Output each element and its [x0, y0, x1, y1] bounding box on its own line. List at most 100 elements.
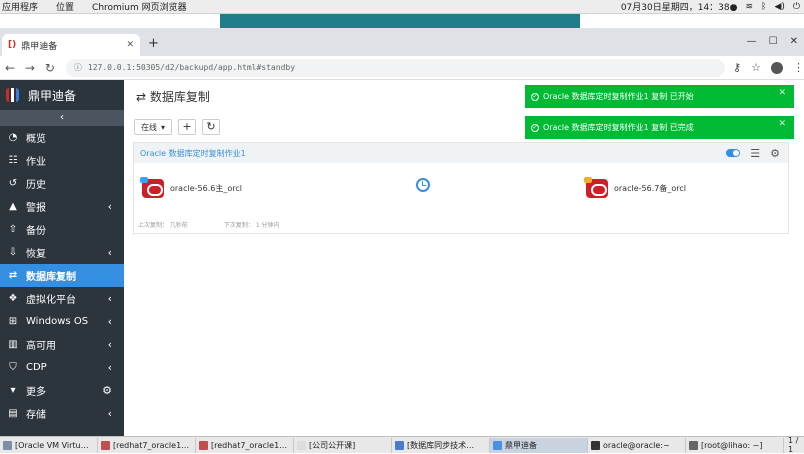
window-icon [3, 440, 12, 450]
window-icon [297, 440, 306, 450]
oracle-db-icon [140, 177, 164, 198]
card-header: Oracle 数据库定时复制作业1 ☰ ⚙ [134, 143, 788, 163]
taskbar-item-label: [redhat7_oracle1… [113, 440, 190, 450]
os-taskbar: [Oracle VM Virtu… [redhat7_oracle1… [redha… [0, 436, 804, 454]
brand-name: 鼎甲迪备 [28, 88, 77, 103]
close-window-icon[interactable]: ✕ [790, 36, 798, 47]
address-row: ← → ↻ ⓘ 127.0.0.1:50305/d2/backupd/app.h… [0, 56, 804, 80]
browser-tab[interactable]: [) 鼎甲迪备 ✕ [2, 34, 140, 56]
app-favicon-icon: [) [8, 40, 17, 50]
sidebar-collapse-button[interactable]: ‹ [0, 110, 124, 126]
card-footer: 上次复制： 几秒前 下次复制： 1 分钟内 [138, 220, 280, 229]
refresh-button[interactable]: ↻ [202, 119, 221, 135]
url-bar[interactable]: ⓘ 127.0.0.1:50305/d2/backupd/app.html#st… [65, 58, 726, 77]
alert-icon: ▲ [9, 201, 17, 212]
os-menu-browser[interactable]: Chromium 网页浏览器 [92, 0, 187, 13]
taskbar-item[interactable]: [root@lihao: ~] [686, 437, 784, 453]
toast-started: ✓ Oracle 数据库定时复制作业1 复制 已开始 ✕ [525, 85, 794, 108]
swap-icon: ⇄ [8, 270, 18, 281]
brand[interactable]: 鼎甲迪备 [0, 80, 124, 110]
gear-icon[interactable]: ⚙ [770, 147, 780, 160]
menu-list-icon[interactable]: ☰ [750, 147, 760, 160]
sidebar-item-label: Windows OS [26, 316, 89, 327]
taskbar-item[interactable]: [redhat7_oracle1… [196, 437, 294, 453]
page-title: ⇄ 数据库复制 [136, 90, 210, 104]
key-icon[interactable]: ⚷ [733, 61, 741, 74]
taskbar-item[interactable]: [Oracle VM Virtu… [0, 437, 98, 453]
toast-completed: ✓ Oracle 数据库定时复制作业1 复制 已完成 ✕ [525, 116, 794, 139]
chevron-left-icon: ‹ [107, 246, 112, 259]
schedule-clock-icon [416, 178, 430, 192]
taskbar-item-label: [root@lihao: ~] [701, 440, 763, 450]
new-tab-icon[interactable]: + [148, 36, 159, 51]
maximize-icon[interactable]: ☐ [769, 36, 778, 47]
taskbar-item-label: [Oracle VM Virtu… [15, 440, 89, 450]
taskbar-item[interactable]: oracle@oracle:~ [588, 437, 686, 453]
sidebar-item[interactable]: ▾ 更多 ⚙ [0, 379, 124, 402]
close-icon[interactable]: ✕ [778, 119, 786, 129]
os-menu-places[interactable]: 位置 [56, 0, 74, 13]
os-menu-apps[interactable]: 应用程序 [2, 0, 38, 13]
volume-icon[interactable]: ◀) [774, 2, 784, 12]
browser-menu-icon[interactable]: ⋮ [793, 61, 804, 74]
sidebar-item[interactable]: ❖ 虚拟化平台 ‹ [0, 287, 124, 310]
sidebar-item[interactable]: ⛉ CDP ‹ [0, 356, 124, 379]
taskbar-item[interactable]: [公司公开课] [294, 437, 392, 453]
sidebar-item[interactable]: ⊞ Windows OS ‹ [0, 310, 124, 333]
sidebar-item-label: 恢复 [26, 249, 46, 260]
toolbar: 在线 ▾ + ↻ [134, 119, 221, 135]
sidebar-item-label: 数据库复制 [26, 272, 76, 283]
os-datetime[interactable]: 07月30日星期四，14：38● [621, 0, 738, 13]
chevron-left-icon: ‹ [107, 315, 112, 328]
site-info-icon[interactable]: ⓘ [74, 62, 82, 73]
sidebar-item[interactable]: ◔ 概览 [0, 126, 124, 149]
taskbar-item[interactable]: 鼎甲迪备 [490, 437, 588, 453]
sidebar-item[interactable]: ⇧ 备份 [0, 218, 124, 241]
minimize-icon[interactable]: — [747, 36, 757, 47]
taskbar-item[interactable]: [数据库同步技术… [392, 437, 490, 453]
add-button[interactable]: + [178, 119, 197, 135]
status-filter-select[interactable]: 在线 ▾ [134, 119, 173, 135]
url-text: 127.0.0.1:50305/d2/backupd/app.html#stan… [87, 63, 296, 72]
next-copy-text: 下次复制： 1 分钟内 [223, 222, 280, 229]
sidebar-item-label: 警报 [26, 203, 46, 214]
sidebar-item[interactable]: ☷ 作业 [0, 149, 124, 172]
history-icon: ↺ [8, 178, 18, 189]
power-icon[interactable]: ⏻ [793, 2, 800, 12]
sidebar-item-label: 历史 [26, 180, 46, 191]
sidebar-item-label: 存储 [26, 410, 46, 421]
sidebar-item[interactable]: ▤ 存储 ‹ [0, 402, 124, 425]
remote-session-strip [220, 14, 580, 28]
bookmark-star-icon[interactable]: ☆ [751, 61, 761, 74]
caret-down-icon: ▾ [161, 122, 166, 132]
chevron-left-icon: ‹ [107, 407, 112, 420]
workspace-pager[interactable]: 1 / 1 [784, 436, 804, 454]
sidebar-item[interactable]: ▥ 高可用 ‹ [0, 333, 124, 356]
window-icon [591, 440, 600, 450]
job-title-link[interactable]: Oracle 数据库定时复制作业1 [140, 148, 246, 159]
window-icon [199, 440, 208, 450]
back-icon[interactable]: ← [0, 61, 20, 75]
source-node[interactable]: oracle-56.6主_orcl [140, 177, 242, 198]
sidebar-item[interactable]: ⇄ 数据库复制 [0, 264, 124, 287]
profile-avatar[interactable] [770, 61, 783, 74]
target-label: oracle-56.7备_orcl [614, 184, 686, 193]
sidebar-item[interactable]: ⇩ 恢复 ‹ [0, 241, 124, 264]
target-node[interactable]: oracle-56.7备_orcl [584, 177, 686, 198]
shield-icon: ⛉ [9, 362, 17, 373]
sidebar-item[interactable]: ▲ 警报 ‹ [0, 195, 124, 218]
reload-icon[interactable]: ↻ [40, 61, 60, 75]
check-circle-icon: ✓ [531, 92, 539, 101]
job-enable-toggle[interactable] [726, 149, 741, 157]
gear-icon[interactable]: ⚙ [102, 384, 112, 397]
brand-logo-icon [6, 88, 20, 102]
taskbar-item[interactable]: [redhat7_oracle1… [98, 437, 196, 453]
forward-icon[interactable]: → [20, 61, 40, 75]
wifi-icon[interactable]: ≋ [745, 2, 753, 12]
bluetooth-icon[interactable]: ᛒ [761, 2, 766, 12]
close-icon[interactable]: ✕ [778, 88, 786, 98]
window-icon [395, 440, 404, 450]
sidebar-item[interactable]: ↺ 历史 [0, 172, 124, 195]
close-tab-icon[interactable]: ✕ [126, 40, 134, 50]
swap-icon: ⇄ [136, 90, 147, 104]
